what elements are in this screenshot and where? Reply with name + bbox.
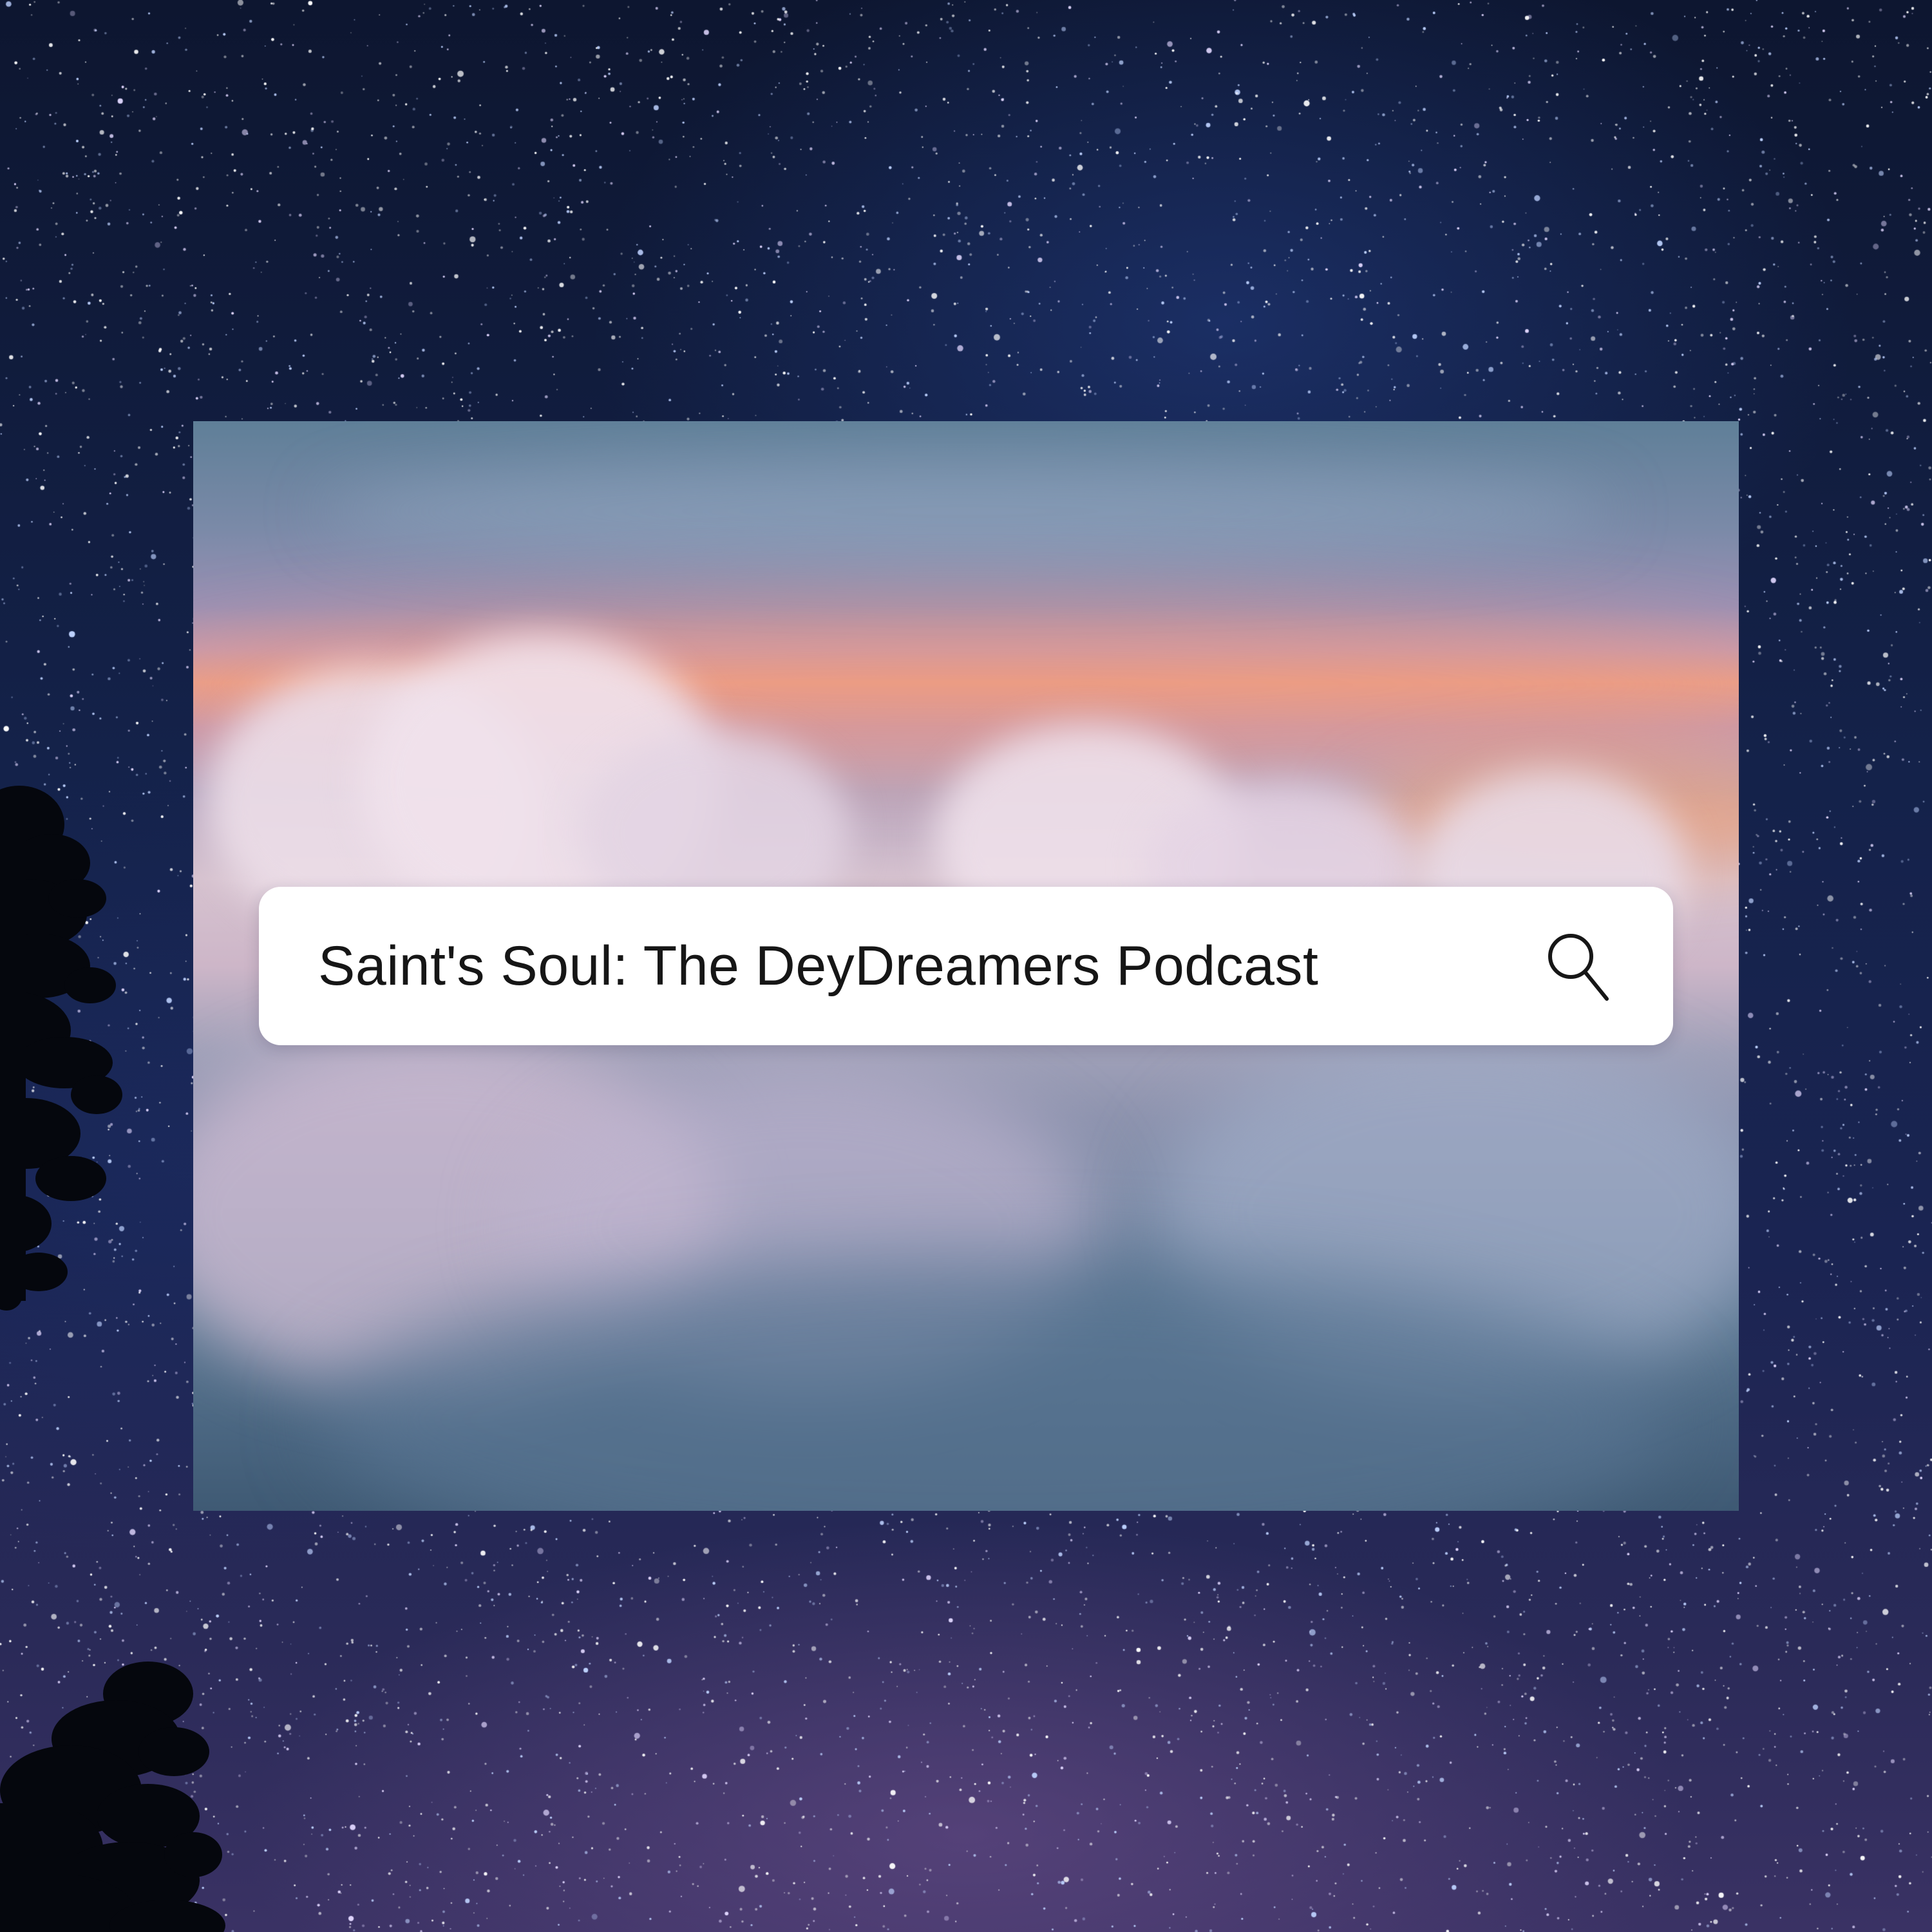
- poster-canvas: Saint's Soul: The DeyDreamers Podcast: [0, 0, 1932, 1932]
- search-query-text[interactable]: Saint's Soul: The DeyDreamers Podcast: [318, 887, 1318, 1045]
- search-bar[interactable]: Saint's Soul: The DeyDreamers Podcast: [259, 887, 1673, 1045]
- search-icon[interactable]: [1544, 929, 1616, 1007]
